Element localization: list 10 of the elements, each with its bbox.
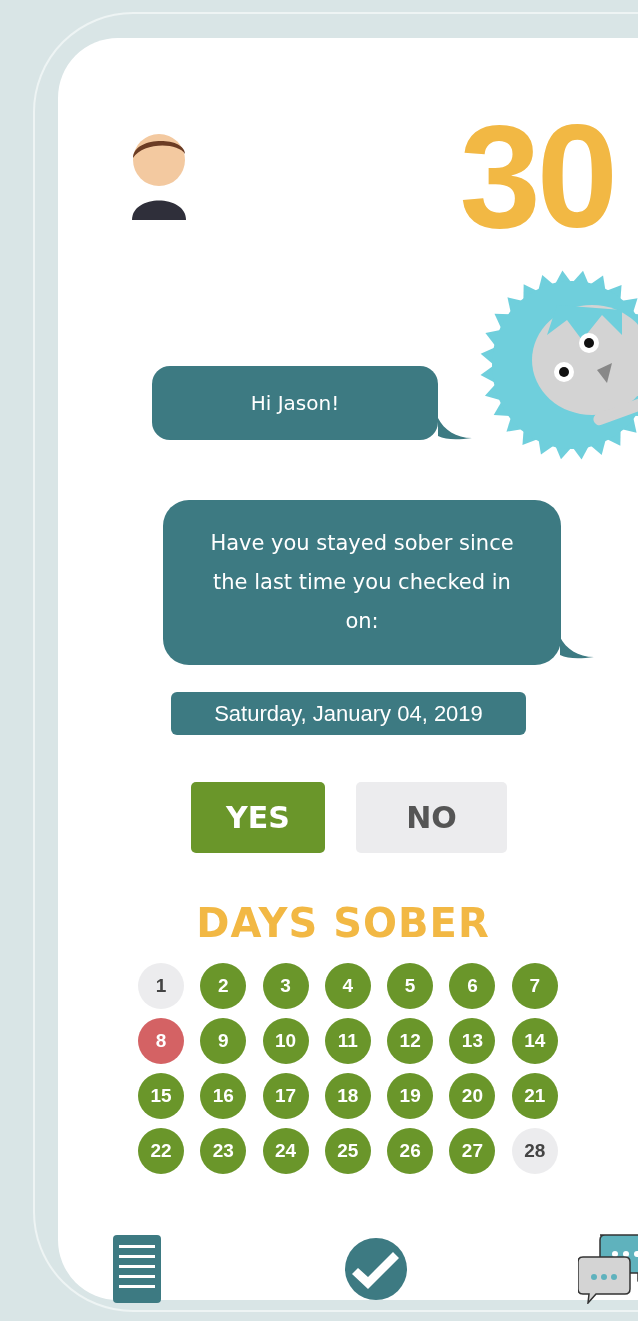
answer-button[interactable]: YES: [191, 782, 325, 853]
chat-bubble: Hi Jason!: [152, 366, 438, 440]
answer-button[interactable]: NO: [356, 782, 507, 853]
date-label: Saturday, January 04, 2019: [171, 692, 526, 735]
document-icon[interactable]: [113, 1235, 161, 1303]
streak-count: 30: [459, 104, 614, 250]
chat-bubbles-icon[interactable]: [578, 1234, 638, 1304]
check-circle-icon[interactable]: [344, 1238, 407, 1300]
chat-bubble: Have you stayed sober since the last time you checked in on:: [163, 500, 561, 665]
days-title: DAYS SOBER: [196, 903, 490, 943]
